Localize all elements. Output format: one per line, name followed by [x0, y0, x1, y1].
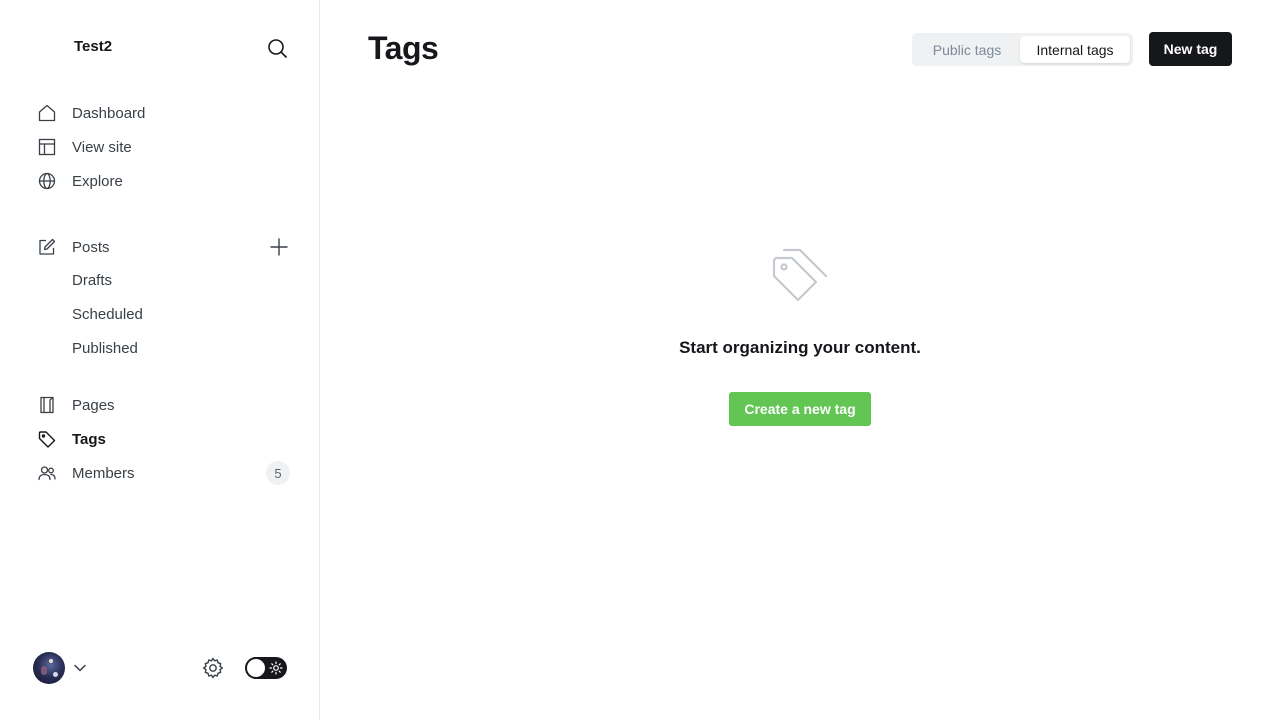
sidebar-item-label: Tags — [72, 430, 106, 448]
avatar[interactable] — [33, 652, 65, 684]
sidebar-item-tags[interactable]: Tags — [36, 425, 292, 453]
sidebar-item-posts[interactable]: Posts — [36, 233, 292, 261]
users-icon — [36, 462, 58, 484]
sidebar-item-dashboard[interactable]: Dashboard — [36, 99, 292, 127]
sidebar-item-label: Members — [72, 464, 135, 482]
toggle-knob — [247, 659, 265, 677]
app: Test2 Dashboard View site Explore Posts … — [0, 0, 1280, 720]
tag-visibility-filter: Public tags Internal tags — [912, 33, 1133, 66]
sidebar-item-label: View site — [72, 138, 132, 156]
sidebar-item-view-site[interactable]: View site — [36, 133, 292, 161]
public-tags-tab[interactable]: Public tags — [915, 36, 1019, 63]
search-icon[interactable] — [265, 36, 289, 60]
sidebar-item-members[interactable]: Members — [36, 459, 292, 487]
tag-icon — [36, 428, 58, 450]
sidebar-item-label: Pages — [72, 396, 115, 414]
new-post-plus-icon[interactable] — [268, 236, 290, 258]
theme-toggle[interactable] — [245, 657, 287, 679]
gear-icon[interactable] — [201, 656, 225, 680]
sidebar-item-drafts[interactable]: Drafts — [72, 269, 112, 293]
members-count-badge: 5 — [266, 461, 290, 485]
sidebar-item-published[interactable]: Published — [72, 337, 138, 361]
sidebar-item-label: Explore — [72, 172, 123, 190]
sidebar-item-pages[interactable]: Pages — [36, 391, 292, 419]
sidebar-item-explore[interactable]: Explore — [36, 167, 292, 195]
empty-state-message: Start organizing your content. — [679, 338, 921, 357]
page-icon — [36, 394, 58, 416]
chevron-down-icon[interactable] — [72, 660, 88, 676]
edit-icon — [36, 236, 58, 258]
internal-tags-tab[interactable]: Internal tags — [1020, 36, 1130, 63]
sidebar-item-scheduled[interactable]: Scheduled — [72, 303, 143, 327]
page-title: Tags — [368, 30, 439, 66]
sidebar-item-label: Dashboard — [72, 104, 146, 122]
layout-icon — [36, 136, 58, 158]
create-tag-button[interactable]: Create a new tag — [729, 392, 871, 426]
sidebar: Test2 Dashboard View site Explore Posts … — [0, 0, 320, 720]
home-icon — [36, 102, 58, 124]
new-tag-button[interactable]: New tag — [1149, 32, 1232, 66]
tag-icon — [770, 246, 830, 306]
site-title[interactable]: Test2 — [74, 38, 112, 55]
globe-icon — [36, 170, 58, 192]
sun-icon — [269, 661, 283, 675]
sidebar-item-label: Posts — [72, 238, 110, 256]
